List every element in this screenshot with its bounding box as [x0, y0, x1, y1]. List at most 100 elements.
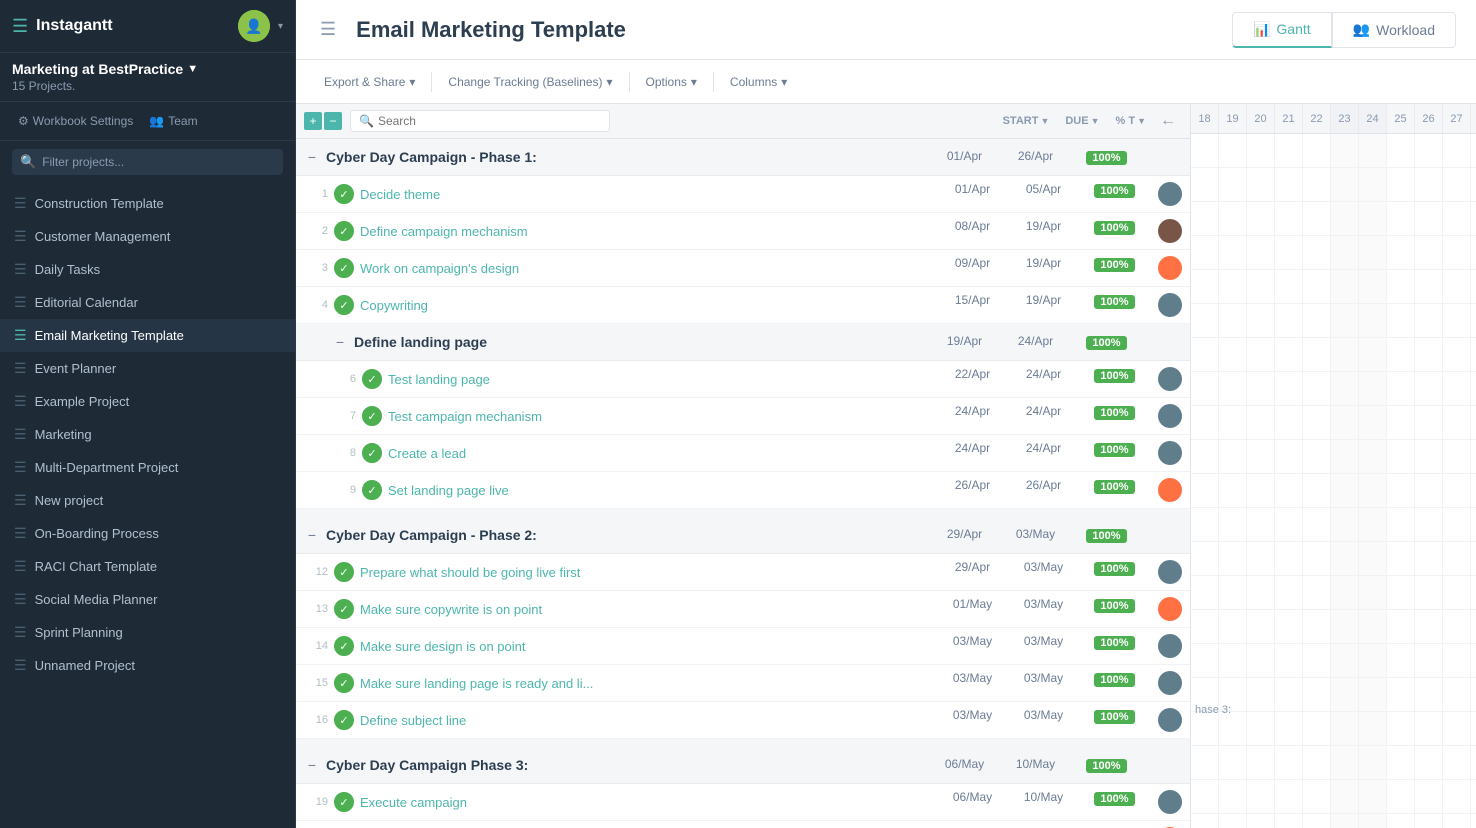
sidebar-item-marketing[interactable]: ☰Marketing: [0, 418, 295, 451]
sidebar-item-multi[interactable]: ☰Multi-Department Project: [0, 451, 295, 484]
workspace-name[interactable]: Marketing at BestPractice ▼: [12, 61, 283, 77]
task-check[interactable]: ✓: [334, 710, 354, 730]
sidebar-item-raci[interactable]: ☰RACI Chart Template: [0, 550, 295, 583]
task-name[interactable]: Work on campaign's design: [360, 261, 945, 276]
task-check[interactable]: ✓: [362, 443, 382, 463]
gantt-cell: [1247, 406, 1275, 439]
task-pct: 100%: [1087, 441, 1142, 465]
gantt-cell: [1415, 406, 1443, 439]
group-start: 06/May: [937, 757, 992, 773]
sidebar-item-unnamed[interactable]: ☰Unnamed Project: [0, 649, 295, 682]
task-due: 03/May: [1016, 634, 1071, 658]
gantt-cell: [1443, 474, 1471, 507]
export-share-button[interactable]: Export & Share ▾: [316, 71, 423, 93]
task-check[interactable]: ✓: [362, 406, 382, 426]
group-toggle-button[interactable]: −: [304, 149, 320, 165]
avatar[interactable]: 👤: [238, 10, 270, 42]
group-due: 26/Apr: [1008, 149, 1063, 165]
sort-icon: ▼: [1091, 116, 1100, 126]
gantt-cell: [1387, 202, 1415, 235]
chevron-down-icon: ▾: [606, 75, 612, 89]
task-check[interactable]: ✓: [334, 184, 354, 204]
sidebar-item-new[interactable]: ☰New project: [0, 484, 295, 517]
task-name[interactable]: Make sure copywrite is on point: [360, 602, 945, 617]
task-name[interactable]: Make sure landing page is ready and li..…: [360, 676, 945, 691]
gantt-cell: [1219, 644, 1247, 677]
group-due: 03/May: [1008, 527, 1063, 543]
task-name[interactable]: Create a lead: [388, 446, 945, 461]
task-check[interactable]: ✓: [334, 221, 354, 241]
task-check[interactable]: ✓: [334, 673, 354, 693]
gantt-cell: [1359, 168, 1387, 201]
gantt-cell: [1303, 474, 1331, 507]
task-start: 26/Apr: [945, 478, 1000, 502]
group-header-phase2[interactable]: − Cyber Day Campaign - Phase 2: 29/Apr 0…: [296, 517, 1190, 554]
task-check[interactable]: ✓: [362, 480, 382, 500]
sidebar-item-sprint[interactable]: ☰Sprint Planning: [0, 616, 295, 649]
task-avatar: [1158, 634, 1182, 658]
sidebar-item-editorial[interactable]: ☰Editorial Calendar: [0, 286, 295, 319]
sidebar-item-customer[interactable]: ☰Customer Management: [0, 220, 295, 253]
task-name[interactable]: Copywriting: [360, 298, 945, 313]
task-due: 26/Apr: [1016, 478, 1071, 502]
tab-workload[interactable]: 👥 Workload: [1332, 12, 1456, 48]
group-header-phase1[interactable]: − Cyber Day Campaign - Phase 1: 01/Apr 2…: [296, 139, 1190, 176]
task-name[interactable]: Prepare what should be going live first: [360, 565, 945, 580]
gantt-body-row: [1191, 474, 1476, 508]
group-toggle-button[interactable]: −: [304, 757, 320, 773]
task-due: 19/Apr: [1016, 219, 1071, 243]
collapse-all-button[interactable]: −: [324, 112, 342, 130]
group-spacer: [1150, 527, 1182, 543]
back-button[interactable]: ←: [1154, 110, 1182, 132]
gantt-day-header: 23: [1331, 104, 1359, 133]
sidebar-item-example[interactable]: ☰Example Project: [0, 385, 295, 418]
sidebar-item-daily[interactable]: ☰Daily Tasks: [0, 253, 295, 286]
task-check[interactable]: ✓: [334, 562, 354, 582]
group-header-phase3[interactable]: − Cyber Day Campaign Phase 3: 06/May 10/…: [296, 747, 1190, 784]
gantt-cell: [1247, 780, 1275, 813]
gantt-cell: [1247, 644, 1275, 677]
change-tracking-button[interactable]: Change Tracking (Baselines) ▾: [440, 71, 620, 93]
task-check[interactable]: ✓: [334, 636, 354, 656]
group-toggle-button[interactable]: −: [304, 527, 320, 543]
column-headers-right: START ▼ DUE ▼ % T ▼ ←: [995, 110, 1182, 132]
pct-column-header: % T ▼: [1108, 115, 1154, 127]
task-name[interactable]: Set landing page live: [388, 483, 945, 498]
task-name[interactable]: Test campaign mechanism: [388, 409, 945, 424]
task-name[interactable]: Make sure design is on point: [360, 639, 945, 654]
sidebar-item-construction[interactable]: ☰Construction Template: [0, 187, 295, 220]
gantt-cell: [1219, 304, 1247, 337]
gantt-cell: [1219, 134, 1247, 167]
task-search-input[interactable]: [378, 114, 601, 128]
workbook-settings-button[interactable]: ⚙ Workbook Settings: [12, 110, 139, 132]
columns-button[interactable]: Columns ▾: [722, 71, 795, 93]
task-name[interactable]: Execute campaign: [360, 795, 945, 810]
task-check[interactable]: ✓: [362, 369, 382, 389]
subgroup-toggle-button[interactable]: −: [332, 334, 348, 350]
sidebar-item-onboarding[interactable]: ☰On-Boarding Process: [0, 517, 295, 550]
sidebar-item-social[interactable]: ☰Social Media Planner: [0, 583, 295, 616]
gantt-day-headers: 181920212223242526272829303112345678: [1191, 104, 1476, 134]
tab-gantt[interactable]: 📊 Gantt: [1232, 12, 1332, 48]
task-name[interactable]: Define campaign mechanism: [360, 224, 945, 239]
expand-all-button[interactable]: +: [304, 112, 322, 130]
task-check[interactable]: ✓: [334, 792, 354, 812]
task-name[interactable]: Decide theme: [360, 187, 945, 202]
task-check[interactable]: ✓: [334, 295, 354, 315]
task-name[interactable]: Define subject line: [360, 713, 945, 728]
task-name[interactable]: Test landing page: [388, 372, 945, 387]
chevron-down-icon: ▾: [781, 75, 787, 89]
team-button[interactable]: 👥 Team: [143, 110, 203, 132]
gantt-body: hase 3:: [1191, 134, 1476, 828]
subgroup-header[interactable]: − Define landing page 19/Apr 24/Apr 100%: [296, 324, 1190, 361]
sidebar-item-email[interactable]: ☰Email Marketing Template: [0, 319, 295, 352]
sidebar-item-event[interactable]: ☰Event Planner: [0, 352, 295, 385]
task-check[interactable]: ✓: [334, 599, 354, 619]
task-row: 13 ✓ Make sure copywrite is on point 01/…: [296, 591, 1190, 628]
hamburger-button[interactable]: ☰: [316, 15, 340, 44]
filter-projects-input[interactable]: [42, 155, 275, 169]
gantt-cell: [1443, 270, 1471, 303]
task-check[interactable]: ✓: [334, 258, 354, 278]
task-pct: 100%: [1087, 634, 1142, 658]
options-button[interactable]: Options ▾: [638, 71, 705, 93]
